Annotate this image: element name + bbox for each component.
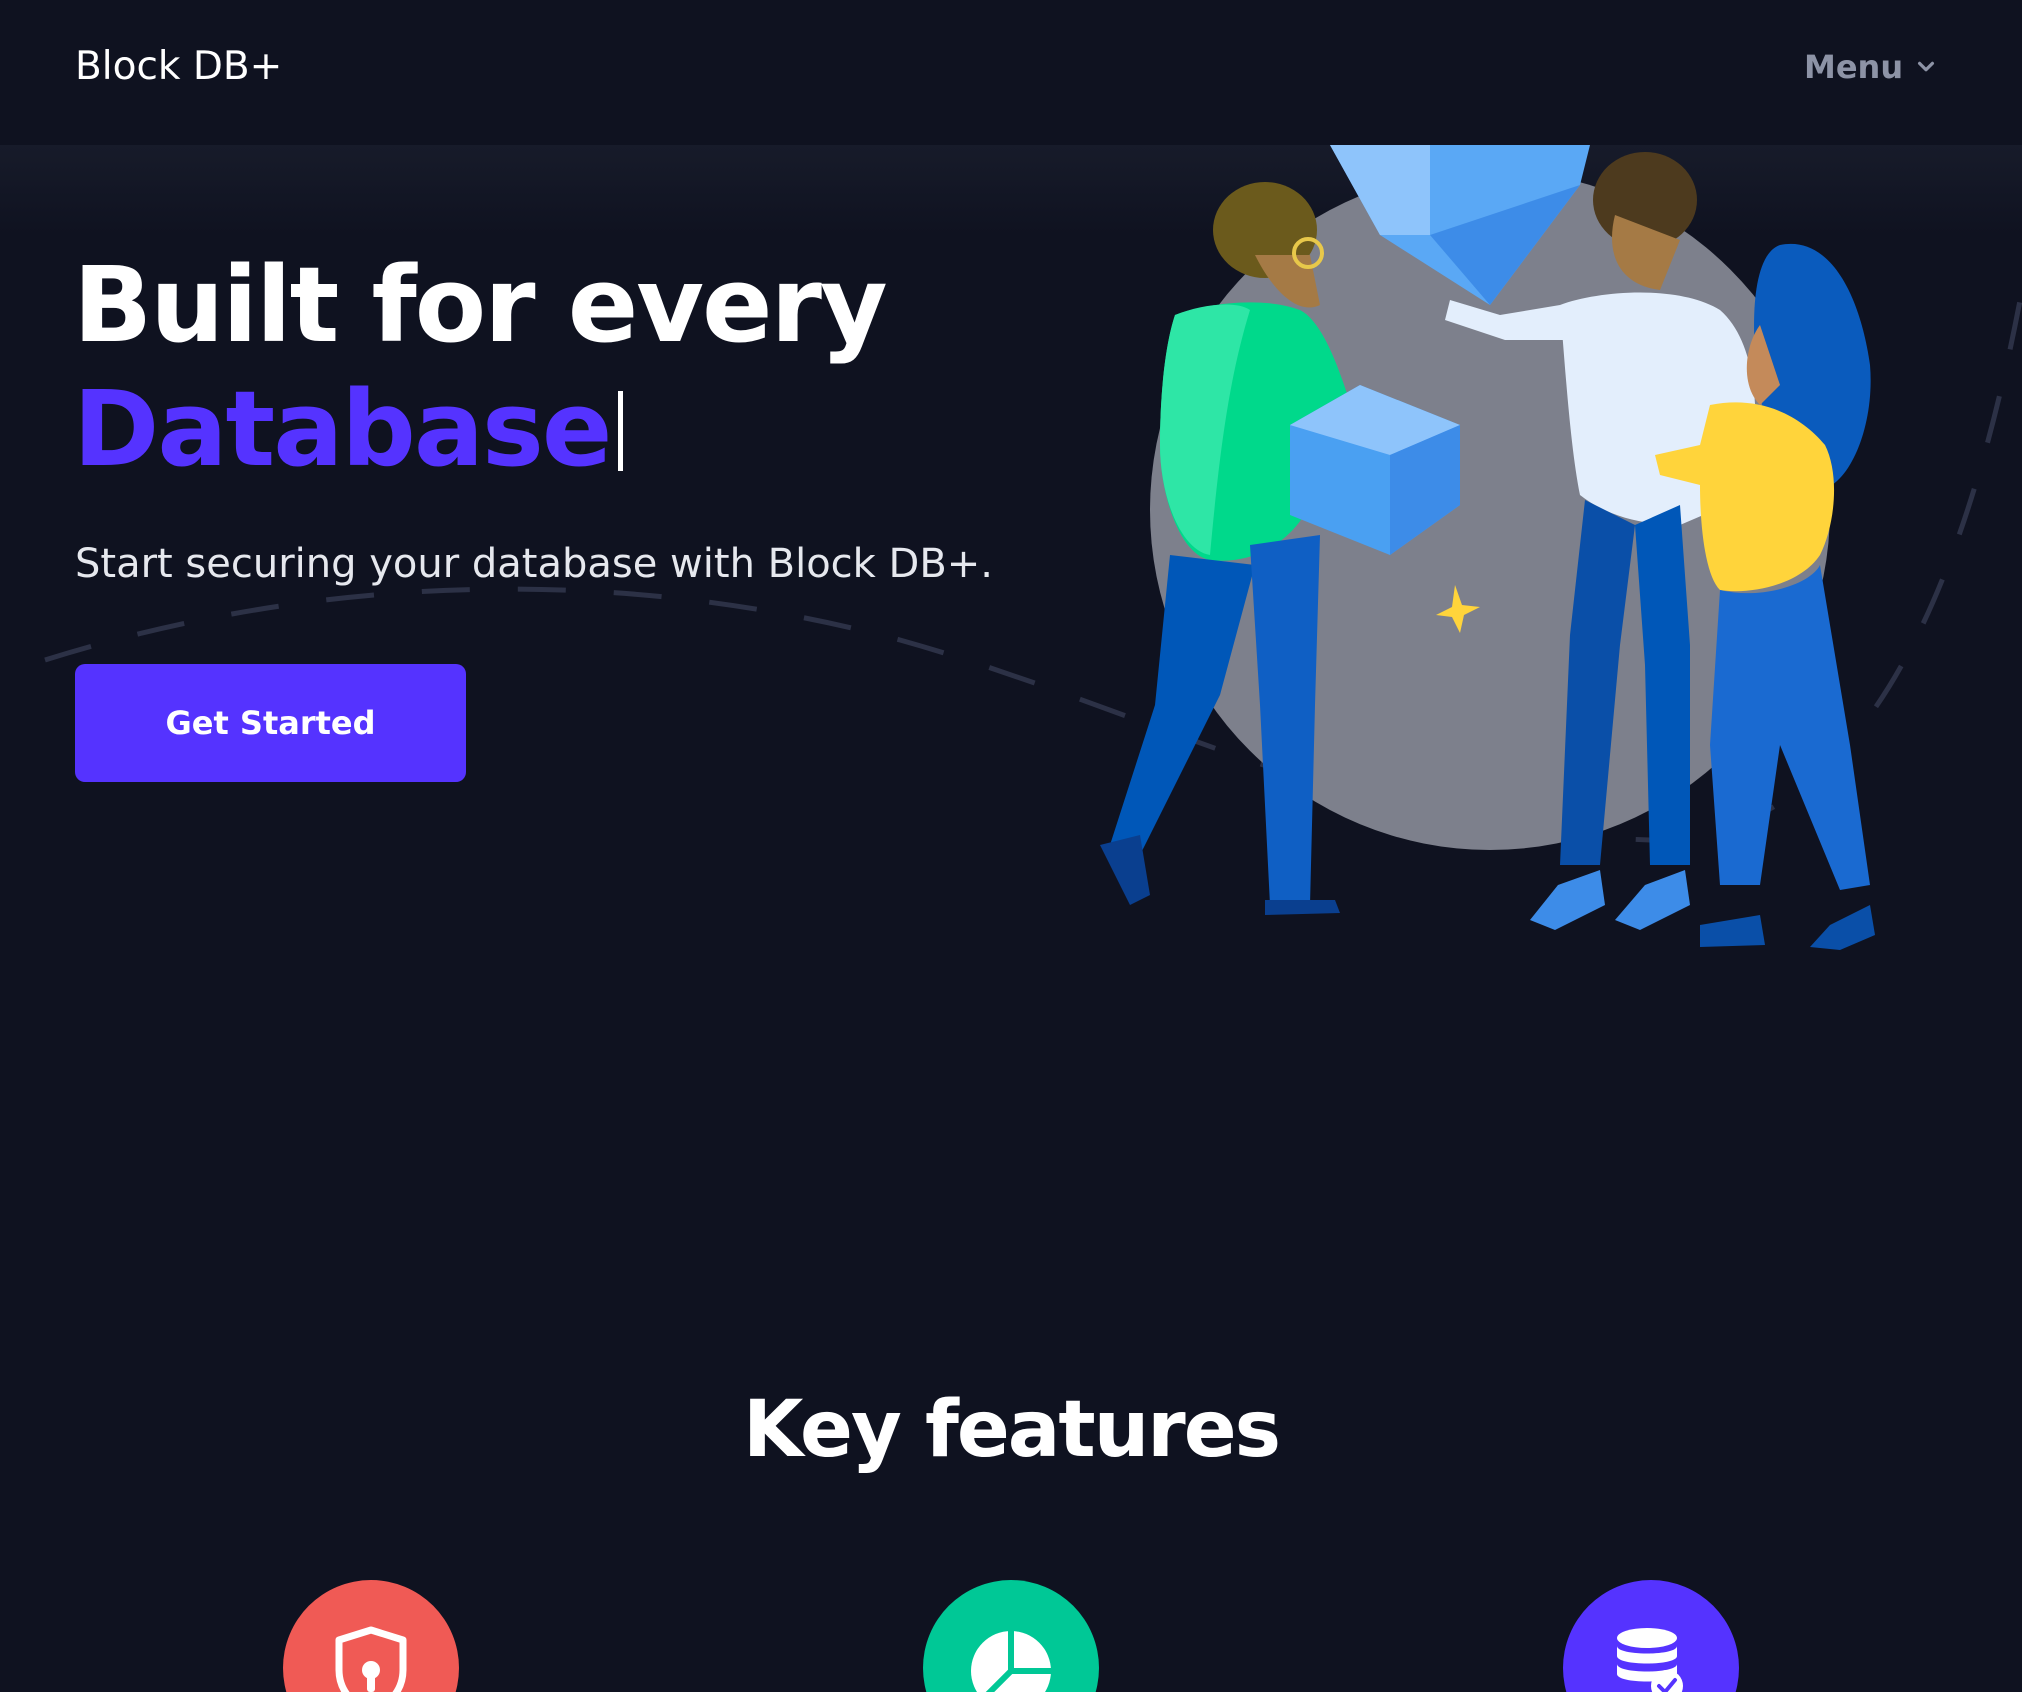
headline-line1: Built for every <box>73 244 888 366</box>
menu-label: Menu <box>1804 48 1904 86</box>
features-title: Key features <box>742 1385 1281 1475</box>
feature-security-badge <box>283 1580 459 1692</box>
top-nav: Block DB+ Menu <box>0 0 2022 145</box>
logo[interactable]: Block DB+ <box>75 44 282 89</box>
pie-chart-icon <box>971 1631 1051 1692</box>
database-check-icon <box>1617 1628 1683 1692</box>
hero-subtext: Start securing your database with Block … <box>75 541 994 587</box>
menu-button[interactable]: Menu <box>1804 48 1937 86</box>
feature-database-badge <box>1563 1580 1739 1692</box>
headline-accent: Database <box>73 368 612 490</box>
page: Block DB+ Menu Built for every Database … <box>0 0 2022 1692</box>
chevron-down-icon <box>1918 61 1935 72</box>
typing-cursor <box>618 391 624 471</box>
hero-headline: Built for every Database <box>73 243 888 491</box>
get-started-button[interactable]: Get Started <box>75 664 466 782</box>
hero-illustration <box>1100 145 1875 950</box>
feature-analytics-badge <box>923 1580 1099 1692</box>
shield-lock-icon <box>335 1626 407 1692</box>
